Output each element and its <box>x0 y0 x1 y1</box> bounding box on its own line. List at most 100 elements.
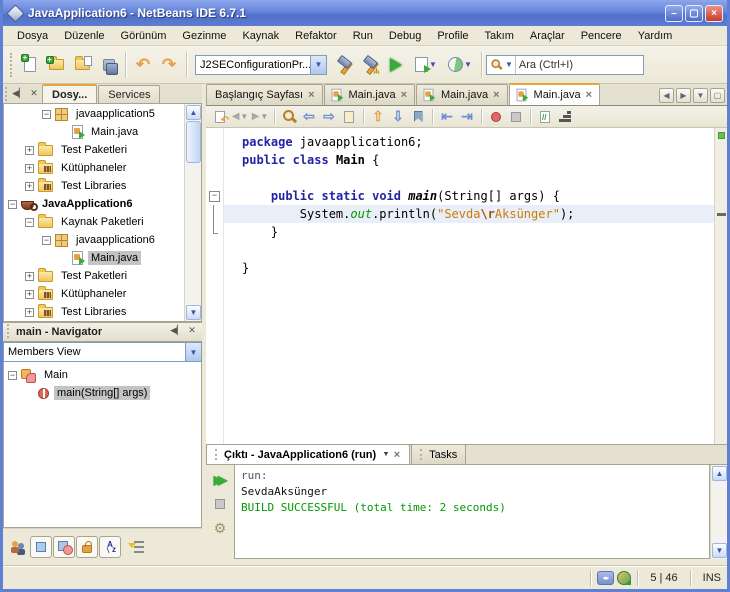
scroll-tabs-right-icon[interactable]: ▶ <box>676 88 691 103</box>
fold-gutter[interactable] <box>206 128 224 444</box>
no-errors-indicator[interactable] <box>718 132 725 139</box>
menu-item[interactable]: Debug <box>381 28 429 44</box>
scroll-down-icon[interactable]: ▼ <box>186 305 201 320</box>
redo-button[interactable]: ↷ <box>156 52 182 78</box>
tab-output[interactable]: Çıktı - JavaApplication6 (run) ▾ × <box>206 444 411 464</box>
chevron-down-icon[interactable]: ▼ <box>310 55 326 74</box>
tree-item[interactable]: + Test Libraries <box>4 303 184 321</box>
tree-item[interactable]: + Kütüphaneler <box>4 285 184 303</box>
find-selection-button[interactable] <box>279 108 299 126</box>
menu-item[interactable]: Dosya <box>9 28 56 44</box>
output-scrollbar[interactable]: ▲ ▼ <box>710 465 727 559</box>
scroll-up-icon[interactable]: ▲ <box>186 105 201 120</box>
close-tab-icon[interactable]: × <box>492 89 500 101</box>
toggle-bookmark-button[interactable] <box>408 108 428 126</box>
uncomment-button[interactable] <box>555 108 575 126</box>
undo-button[interactable]: ↶ <box>130 52 156 78</box>
update-center-icon[interactable] <box>617 570 632 585</box>
menu-item[interactable]: Run <box>345 28 381 44</box>
tab-tasks[interactable]: Tasks <box>411 444 467 464</box>
debug-project-button[interactable]: ▼ <box>409 52 443 78</box>
save-all-button[interactable] <box>95 52 121 78</box>
close-tab-icon[interactable]: × <box>307 89 315 101</box>
maximize-window-button[interactable]: ▢ <box>685 4 703 22</box>
last-edit-position-button[interactable] <box>210 108 230 126</box>
run-project-button[interactable] <box>383 52 409 78</box>
clean-build-button[interactable] <box>357 52 383 78</box>
expander-icon[interactable]: − <box>25 217 34 227</box>
configuration-combobox[interactable]: J2SEConfigurationPr... ▼ <box>195 54 327 75</box>
expander-icon[interactable]: − <box>8 370 17 380</box>
stop-macro-recording-button[interactable] <box>506 108 526 126</box>
comment-button[interactable] <box>535 108 555 126</box>
expander-icon[interactable]: + <box>25 163 34 173</box>
output-text[interactable]: run: SevdaAksünger BUILD SUCCESSFUL (total… <box>234 465 710 559</box>
inherited-members-icon[interactable] <box>7 536 29 558</box>
editor-tab[interactable]: Başlangıç Sayfası × <box>206 84 323 105</box>
tree-item[interactable]: − javaapplication5 <box>4 105 184 123</box>
expander-icon[interactable]: + <box>25 271 34 281</box>
menu-item[interactable]: Kaynak <box>234 28 287 44</box>
forward-button[interactable]: ▶ ▼ <box>250 108 270 126</box>
profile-project-button[interactable]: ▼ <box>443 52 477 78</box>
expander-icon[interactable]: + <box>25 181 34 191</box>
fold-gutter-line[interactable] <box>206 187 223 205</box>
toggle-highlight-button[interactable] <box>339 108 359 126</box>
back-button[interactable]: ◀ ▼ <box>230 108 250 126</box>
tree-item[interactable]: Main.java <box>4 123 184 141</box>
tree-item[interactable]: + Test Paketleri <box>4 267 184 285</box>
ant-settings-icon[interactable]: ⚙ <box>209 517 231 539</box>
menu-item[interactable]: Takım <box>477 28 522 44</box>
tab-files[interactable]: Dosy... <box>42 84 98 103</box>
expander-icon[interactable]: − <box>42 109 51 119</box>
minimize-window-button[interactable]: – <box>665 4 683 22</box>
scroll-tabs-left-icon[interactable]: ◀ <box>659 88 674 103</box>
tab-list-dropdown-icon[interactable]: ▼ <box>693 88 708 103</box>
close-panel-icon[interactable]: ✕ <box>185 324 199 338</box>
show-non-public-filter-button[interactable] <box>76 536 98 558</box>
tree-item[interactable]: Main.java <box>4 249 184 267</box>
chevron-down-icon[interactable]: ▼ <box>185 343 201 361</box>
show-static-filter-button[interactable] <box>53 536 75 558</box>
build-project-button[interactable] <box>331 52 357 78</box>
projects-scrollbar[interactable]: ▲ ▼ <box>184 104 201 321</box>
close-window-button[interactable]: × <box>705 4 723 22</box>
menu-item[interactable]: Yardım <box>630 28 681 44</box>
editor-tab[interactable]: Main.java × <box>323 84 416 105</box>
find-previous-button[interactable]: ⇦ <box>299 108 319 126</box>
expander-icon[interactable]: + <box>25 145 34 155</box>
rerun-button[interactable]: ▶▶ <box>209 469 231 491</box>
maximize-editor-icon[interactable]: ▢ <box>710 88 725 103</box>
editor-area[interactable]: package javaapplication6; public class Ma… <box>206 128 727 444</box>
start-macro-recording-button[interactable] <box>486 108 506 126</box>
tab-services[interactable]: Services <box>98 85 161 103</box>
tree-item[interactable]: main(String[] args) <box>4 384 201 402</box>
quick-search-box[interactable]: ▼ <box>486 54 644 75</box>
minimize-panel-icon[interactable]: ◀▏ <box>12 87 26 101</box>
scrollbar-thumb[interactable] <box>186 121 201 163</box>
expander-icon[interactable]: − <box>42 235 51 245</box>
menu-item[interactable]: Gezinme <box>174 28 234 44</box>
shift-right-button[interactable]: ⇥ <box>457 108 477 126</box>
close-panel-icon[interactable]: ✕ <box>27 87 41 101</box>
tree-item[interactable]: − Main <box>4 366 201 384</box>
tree-item[interactable]: − JavaApplication6 <box>4 195 184 213</box>
open-project-button[interactable] <box>69 52 95 78</box>
tree-item[interactable]: − Kaynak Paketleri <box>4 213 184 231</box>
close-tab-icon[interactable]: × <box>585 89 593 101</box>
previous-occurrence-button[interactable]: ⇧ <box>368 108 388 126</box>
code-area[interactable]: package javaapplication6; public class Ma… <box>224 128 714 444</box>
new-project-button[interactable]: + <box>43 52 69 78</box>
search-icon[interactable]: ▼ <box>487 55 516 74</box>
stop-button[interactable] <box>209 493 231 515</box>
window-arrows-icon[interactable]: ◂▸ <box>597 570 615 585</box>
close-tab-icon[interactable]: × <box>393 449 401 461</box>
error-stripe[interactable] <box>714 128 727 444</box>
editor-tab[interactable]: Main.java × <box>416 84 508 105</box>
show-fields-filter-button[interactable] <box>30 536 52 558</box>
menu-item[interactable]: Düzenle <box>56 28 112 44</box>
sort-by-source-button[interactable] <box>128 536 150 558</box>
menu-item[interactable]: Pencere <box>573 28 630 44</box>
shift-left-button[interactable]: ⇤ <box>437 108 457 126</box>
menu-item[interactable]: Görünüm <box>113 28 175 44</box>
